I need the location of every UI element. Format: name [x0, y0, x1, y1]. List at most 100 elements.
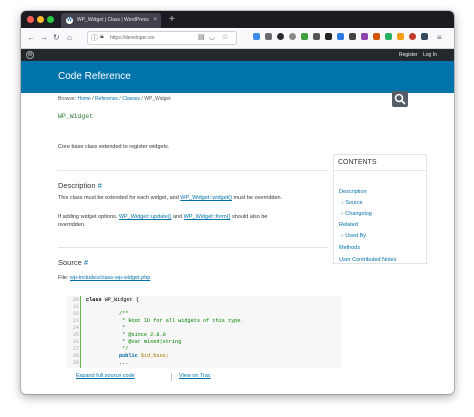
toc-heading: CONTENTS — [338, 159, 377, 166]
extension-icon[interactable] — [313, 33, 320, 40]
browser-tab[interactable]: W WP_Widget | Class | WordPress × — [61, 13, 161, 28]
extension-icon[interactable] — [301, 33, 308, 40]
url-text[interactable]: https://developer.wo — [110, 32, 154, 44]
wordpress-logo-icon[interactable]: W — [26, 51, 34, 59]
extension-icon[interactable] — [361, 33, 368, 40]
divider — [58, 247, 328, 248]
forward-button[interactable]: → — [40, 32, 48, 44]
home-button[interactable]: ⌂ — [67, 32, 72, 44]
back-button[interactable]: ← — [27, 32, 35, 44]
reload-button[interactable]: ↻ — [53, 32, 60, 44]
minimize-window-button[interactable] — [37, 16, 44, 23]
page-summary: Core base class extended to register wid… — [58, 144, 170, 150]
circle-bullet-icon: ○ — [341, 211, 344, 216]
code-line: * @var mixed|string — [119, 339, 182, 345]
line-number: 24 — [72, 325, 79, 331]
form-method-link[interactable]: WP_Widget::form() — [184, 214, 231, 220]
line-number: 22 — [72, 311, 79, 317]
extension-icon[interactable] — [349, 33, 356, 40]
toc-item-methods[interactable]: Methods — [339, 245, 360, 251]
zoom-window-button[interactable] — [47, 16, 54, 23]
search-icon — [394, 93, 406, 105]
breadcrumb-classes[interactable]: Classes — [122, 96, 140, 102]
breadcrumb-current: WP_Widget — [144, 96, 171, 102]
extension-icon[interactable] — [421, 33, 428, 40]
extension-icon[interactable] — [289, 33, 296, 40]
line-number: 23 — [72, 318, 79, 324]
description-paragraph: This class must be extended for each wid… — [58, 195, 283, 201]
search-button[interactable] — [392, 91, 408, 107]
code-line: * Root ID for all widgets of this type. — [119, 318, 244, 324]
extension-icon[interactable] — [325, 33, 332, 40]
window-content: W WP_Widget | Class | WordPress × + ← → … — [21, 11, 454, 394]
circle-bullet-icon: ○ — [341, 200, 344, 205]
line-number: 25 — [72, 332, 79, 338]
code-line: ... — [119, 360, 129, 366]
navigation-toolbar: ← → ↻ ⌂ ⓘ 🔒︎ https://developer.wo ▤ ◡ ☆ — [21, 28, 454, 49]
menu-icon[interactable]: ≡ — [437, 32, 442, 44]
bookmark-star-icon[interactable]: ☆ — [222, 33, 228, 43]
toc-item-used-by[interactable]: ○ Used By — [341, 233, 366, 239]
login-link[interactable]: Log In — [423, 49, 437, 61]
toc-item-description[interactable]: Description — [339, 189, 367, 195]
update-method-link[interactable]: WP_Widget::update() — [119, 214, 172, 220]
description-heading: Description # — [58, 181, 102, 190]
extension-icon[interactable] — [337, 33, 344, 40]
site-title[interactable]: Code Reference — [58, 61, 131, 93]
toc-item-user-notes[interactable]: User Contributed Notes — [339, 257, 396, 263]
code-line: * @since 2.8.0 — [119, 332, 166, 338]
gutter-border — [80, 296, 81, 368]
tab-title: WP_Widget | Class | WordPress — [77, 17, 149, 23]
breadcrumb-reference[interactable]: Reference — [95, 96, 118, 102]
divider — [334, 170, 426, 171]
source-anchor[interactable]: # — [84, 258, 88, 267]
extension-icon[interactable] — [397, 33, 404, 40]
register-link[interactable]: Register — [399, 49, 418, 61]
line-number: 29 — [72, 360, 79, 366]
toc-item-changelog[interactable]: ○ Changelog — [341, 211, 372, 217]
tab-close-icon[interactable]: × — [153, 13, 157, 28]
line-number: 20 — [72, 297, 79, 303]
library-icon[interactable] — [265, 33, 272, 40]
browser-window: W WP_Widget | Class | WordPress × + ← → … — [21, 11, 454, 394]
extension-icon[interactable] — [277, 33, 284, 40]
address-bar[interactable]: ⓘ 🔒︎ https://developer.wo ▤ ◡ ☆ — [87, 31, 237, 45]
view-on-trac-link[interactable]: View on Trac — [179, 373, 211, 379]
lock-icon: 🔒︎ — [100, 33, 104, 40]
code-line: /** — [119, 311, 129, 317]
extension-icon[interactable] — [385, 33, 392, 40]
extension-icon[interactable] — [373, 33, 380, 40]
line-number: 26 — [72, 339, 79, 345]
pocket-icon[interactable]: ◡ — [209, 33, 215, 43]
downloads-icon[interactable] — [253, 33, 260, 40]
line-number: 21 — [72, 304, 79, 310]
divider — [58, 170, 328, 171]
widget-method-link[interactable]: WP_Widget::widget() — [180, 195, 232, 201]
line-number: 27 — [72, 346, 79, 352]
source-heading: Source # — [58, 258, 89, 267]
description-paragraph: If adding widget options, WP_Widget::upd… — [58, 214, 268, 228]
code-line: * — [119, 325, 126, 331]
extension-icon[interactable] — [409, 33, 416, 40]
line-number: 28 — [72, 353, 79, 359]
circle-bullet-icon: ○ — [341, 233, 344, 238]
reader-mode-icon[interactable]: ▤ — [198, 33, 205, 43]
breadcrumb: Browse: Home / Reference / Classes / WP_… — [58, 96, 171, 102]
close-window-button[interactable] — [27, 16, 34, 23]
code-line: public $id_base; — [119, 353, 169, 359]
code-block[interactable]: 20 21 22 23 24 25 26 27 28 29 class WP_W… — [66, 296, 342, 368]
info-icon[interactable]: ⓘ — [91, 33, 98, 43]
source-file: File: wp-includes/class-wp-widget.php — [58, 275, 151, 281]
code-line: class WP_Widget { — [86, 297, 139, 303]
source-file-link[interactable]: wp-includes/class-wp-widget.php — [70, 275, 150, 281]
wordpress-favicon-icon: W — [66, 17, 73, 24]
line-number-gutter: 20 21 22 23 24 25 26 27 28 29 — [66, 296, 80, 368]
toc-item-related[interactable]: Related — [339, 222, 358, 228]
code-line: */ — [119, 346, 129, 352]
description-anchor[interactable]: # — [98, 181, 102, 190]
new-tab-button[interactable]: + — [169, 13, 175, 26]
expand-source-link[interactable]: Expand full source code — [76, 373, 135, 379]
toc-item-source[interactable]: ○ Source — [341, 200, 363, 206]
breadcrumb-home[interactable]: Home — [77, 96, 90, 102]
link-separator — [171, 373, 172, 381]
